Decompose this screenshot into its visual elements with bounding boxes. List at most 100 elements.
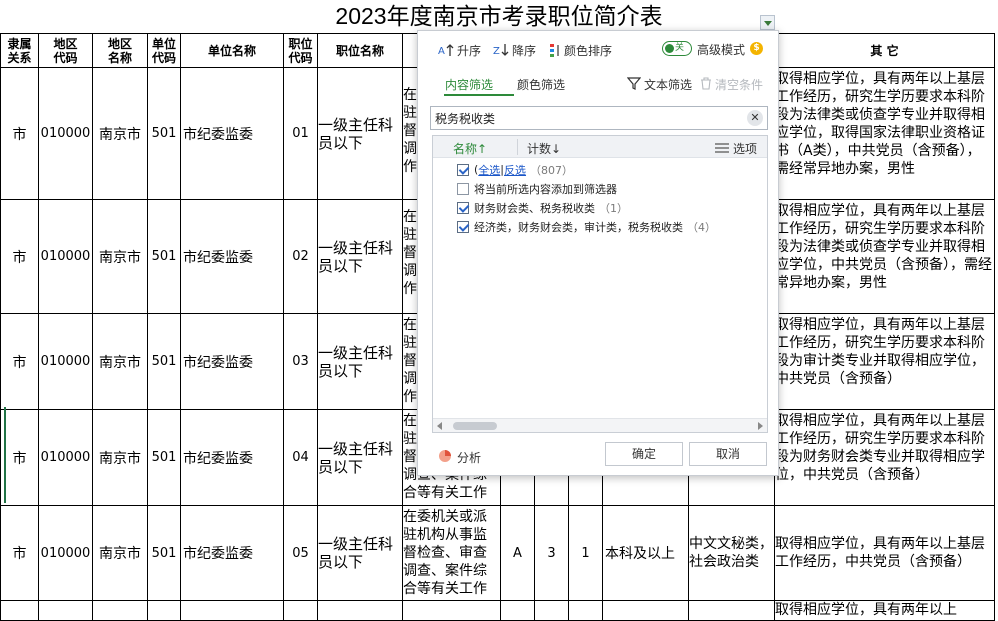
cell-pos-name[interactable]: 一级主任科员以下 [317, 505, 403, 601]
cell-other[interactable]: 取得相应学位，具有两年以上基层工作经历，研究生学历要求本科阶段为法律类或侦查学专… [774, 199, 995, 314]
header-pos-code[interactable]: 职位 代码 [283, 33, 318, 68]
cell-unit-code[interactable]: 501 [147, 313, 181, 410]
header-relation[interactable]: 隶属 关系 [0, 33, 39, 68]
cell-area-code[interactable]: 010000 [38, 67, 93, 200]
cell-other[interactable]: 取得相应学位，具有两年以上基层工作经历，中共党员（含预备） [774, 505, 995, 601]
cell-count1[interactable]: 3 [534, 505, 569, 601]
sort-by-count-button[interactable]: 计数↓ [527, 140, 561, 157]
cell-intro[interactable]: 在委机关或派驻机构从事监督检查、审查调查、案件综合等有关工作 [402, 505, 501, 601]
cell-unit-code[interactable]: 501 [147, 67, 181, 200]
cell-unit-name[interactable]: 市纪委监委 [180, 409, 284, 506]
cell-unit-name[interactable]: 市纪委监委 [180, 313, 284, 410]
cell-pos-code[interactable]: 04 [283, 409, 318, 506]
list-item-select-all[interactable]: ( 全选 | 反选 （807） [433, 160, 767, 179]
cell-education[interactable] [602, 600, 689, 621]
cell-area-code[interactable]: 010000 [38, 199, 93, 314]
cell-area-name[interactable] [92, 600, 148, 621]
analysis-button[interactable]: 分析 [438, 449, 481, 466]
list-item-add-to-filter[interactable]: 将当前所选内容添加到筛选器 [433, 179, 767, 198]
cell-relation[interactable]: 市 [0, 199, 39, 314]
cell-area-code[interactable]: 010000 [38, 313, 93, 410]
cell-unit-name[interactable]: 市纪委监委 [180, 67, 284, 200]
advanced-mode-toggle[interactable]: 关 [662, 41, 692, 56]
cell-pos-name[interactable]: 一级主任科员以下 [317, 313, 403, 410]
header-pos-name[interactable]: 职位名称 [317, 33, 403, 68]
cell-unit-name[interactable]: 市纪委监委 [180, 505, 284, 601]
clear-conditions-button[interactable]: 清空条件 [700, 76, 763, 93]
search-input[interactable] [435, 109, 735, 127]
cell-pos-name[interactable] [317, 600, 403, 621]
invert-selection-link[interactable]: 反选 [504, 162, 526, 178]
tab-color-filter[interactable]: 颜色筛选 [517, 76, 565, 93]
cell-unit-code[interactable]: 501 [147, 199, 181, 314]
clear-search-icon[interactable]: ✕ [747, 110, 763, 126]
cell-count2[interactable]: 1 [568, 505, 603, 601]
cell-pos-code[interactable] [283, 600, 318, 621]
cell-other[interactable]: 取得相应学位，具有两年以上 [774, 600, 995, 621]
options-button[interactable]: 选项 [714, 140, 757, 157]
cell-relation[interactable]: 市 [0, 67, 39, 200]
cell-unit-name[interactable]: 市纪委监委 [180, 199, 284, 314]
select-all-checkbox[interactable] [457, 163, 469, 176]
cell-unit-code[interactable]: 501 [147, 409, 181, 506]
sort-by-name-button[interactable]: 名称↑ [453, 140, 487, 157]
cell-relation[interactable]: 市 [0, 505, 39, 601]
header-unit-code[interactable]: 单位 代码 [147, 33, 181, 68]
scroll-left-icon[interactable] [437, 422, 442, 430]
tab-content-filter[interactable]: 内容筛选 [445, 76, 493, 93]
cell-unit-code[interactable] [147, 600, 181, 621]
header-unit-name[interactable]: 单位名称 [180, 33, 284, 68]
select-all-link[interactable]: 全选 [478, 162, 500, 178]
cell-area-name[interactable]: 南京市 [92, 313, 148, 410]
cell-area-name[interactable]: 南京市 [92, 505, 148, 601]
scroll-thumb[interactable] [453, 422, 497, 430]
item-checkbox[interactable] [457, 220, 469, 233]
cell-pos-name[interactable]: 一级主任科员以下 [317, 199, 403, 314]
cell-pos-code[interactable]: 02 [283, 199, 318, 314]
cell-area-code[interactable]: 010000 [38, 505, 93, 601]
filter-dropdown-icon[interactable] [760, 15, 775, 30]
cancel-button[interactable]: 取消 [689, 442, 767, 466]
cell-unit-code[interactable]: 501 [147, 505, 181, 601]
add-to-filter-checkbox[interactable] [457, 182, 469, 195]
cell-pos-code[interactable]: 03 [283, 313, 318, 410]
cell-other[interactable]: 取得相应学位，具有两年以上基层工作经历，研究生学历要求本科阶段为审计类专业并取得… [774, 313, 995, 410]
text-filter-button[interactable]: 文本筛选 [626, 76, 692, 93]
ok-button[interactable]: 确定 [605, 442, 683, 466]
cell-relation[interactable]: 市 [0, 313, 39, 410]
cell-pos-code[interactable]: 05 [283, 505, 318, 601]
cell-education[interactable]: 本科及以上 [602, 505, 689, 601]
cell-major[interactable] [688, 600, 775, 621]
cell-other[interactable]: 取得相应学位，具有两年以上基层工作经历，研究生学历要求本科阶段为法律类或侦查学专… [774, 67, 995, 200]
cell-pos-name[interactable]: 一级主任科员以下 [317, 409, 403, 506]
cell-count2[interactable] [568, 600, 603, 621]
cell-other[interactable]: 取得相应学位，具有两年以上基层工作经历，研究生学历要求本科阶段为财务财会类专业并… [774, 409, 995, 506]
list-item[interactable]: 经济类，财务财会类，审计类，税务税收类 （4） [433, 217, 767, 236]
header-area-name[interactable]: 地区 名称 [92, 33, 148, 68]
horizontal-scrollbar[interactable] [433, 418, 767, 432]
cell-area-name[interactable]: 南京市 [92, 199, 148, 314]
item-checkbox[interactable] [457, 201, 469, 214]
search-field[interactable]: ✕ [430, 106, 768, 130]
cell-pos-name[interactable]: 一级主任科员以下 [317, 67, 403, 200]
cell-relation[interactable]: 市 [0, 409, 39, 506]
header-area-code[interactable]: 地区 代码 [38, 33, 93, 68]
cell-count1[interactable] [534, 600, 569, 621]
cell-exam[interactable] [500, 600, 535, 621]
cell-major[interactable]: 中文文秘类，社会政治类 [688, 505, 775, 601]
cell-relation[interactable] [0, 600, 39, 621]
cell-pos-code[interactable]: 01 [283, 67, 318, 200]
cell-intro[interactable] [402, 600, 501, 621]
cell-area-code[interactable]: 010000 [38, 409, 93, 506]
scroll-right-icon[interactable] [758, 422, 763, 430]
header-other[interactable]: 其 它 [774, 33, 995, 68]
list-item[interactable]: 财务财会类、税务税收类 （1） [433, 198, 767, 217]
sort-descending-button[interactable]: Z 降序 [493, 41, 536, 59]
cell-area-code[interactable] [38, 600, 93, 621]
cell-exam[interactable]: A [500, 505, 535, 601]
cell-area-name[interactable]: 南京市 [92, 409, 148, 506]
sort-ascending-button[interactable]: A 升序 [438, 41, 481, 59]
color-sort-button[interactable]: 颜色排序 [549, 41, 612, 59]
cell-area-name[interactable]: 南京市 [92, 67, 148, 200]
cell-unit-name[interactable] [180, 600, 284, 621]
